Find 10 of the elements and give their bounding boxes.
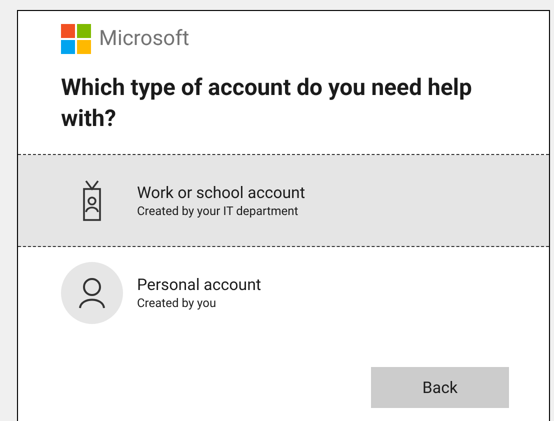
id-badge-icon: [82, 180, 102, 222]
brand-name: Microsoft: [99, 28, 190, 50]
option-subtitle: Created by your IT department: [137, 202, 300, 218]
option-title: Personal account: [137, 275, 262, 295]
back-button[interactable]: Back: [371, 367, 509, 408]
option-subtitle: Created by you: [137, 295, 218, 311]
windows-logo-icon: [61, 24, 91, 54]
option-title: Work or school account: [137, 182, 306, 202]
account-option[interactable]: Work or school account Created by your IT department: [18, 155, 549, 247]
dialog-heading: Which type of account do you need help with?: [60, 73, 473, 134]
